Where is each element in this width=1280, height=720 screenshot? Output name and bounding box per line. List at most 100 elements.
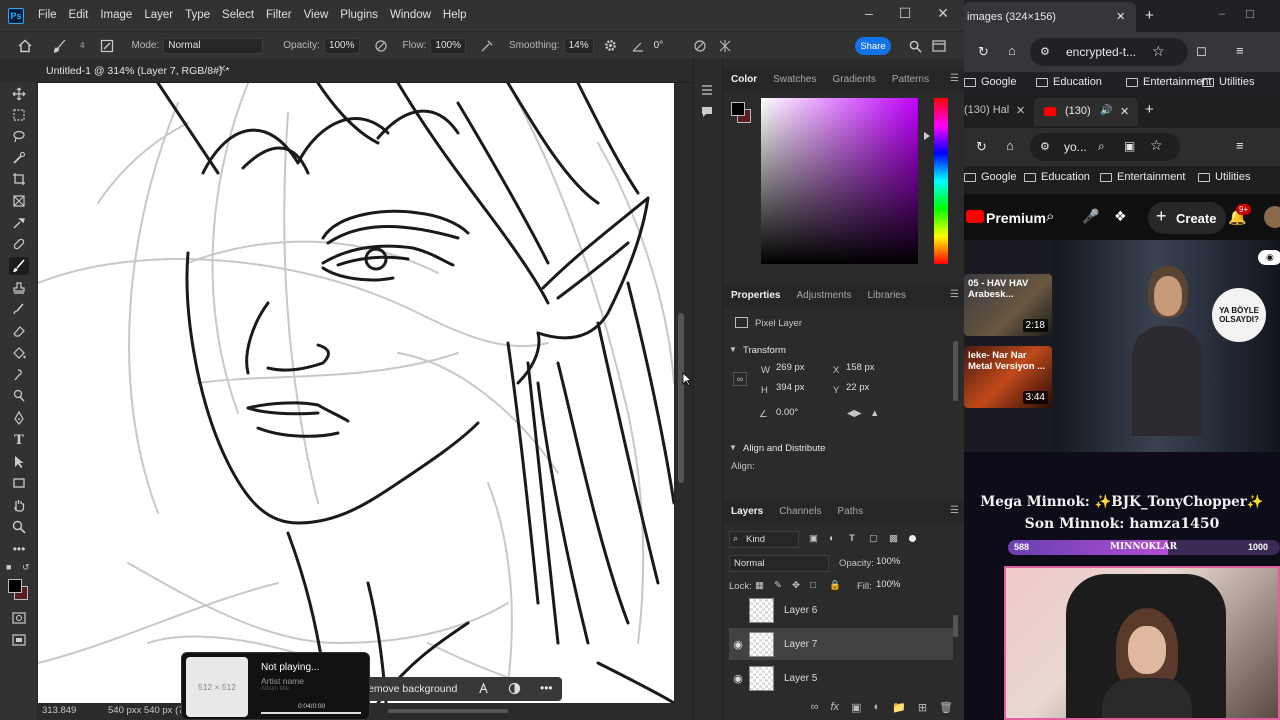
- transform-title[interactable]: Transform: [743, 345, 786, 356]
- menu-layer[interactable]: Layer: [138, 0, 179, 31]
- properties-panel-menu-icon[interactable]: ☰: [950, 289, 959, 300]
- opacity-field[interactable]: 100%: [323, 37, 360, 54]
- hand-tool-icon[interactable]: [9, 496, 29, 514]
- bookmark-google[interactable]: Google: [964, 76, 1016, 88]
- eye-icon[interactable]: ◉: [731, 672, 745, 685]
- filter-adjustment-icon[interactable]: ◐: [829, 533, 835, 544]
- lock-image-icon[interactable]: ✎: [774, 580, 782, 591]
- width-field[interactable]: 269 px: [773, 360, 808, 376]
- history-panel-icon[interactable]: [700, 83, 714, 100]
- tab-color[interactable]: Color: [723, 69, 765, 91]
- search-icon[interactable]: [906, 37, 924, 55]
- layer-name[interactable]: Layer 5: [784, 673, 817, 684]
- minimize-button[interactable]: –: [850, 0, 888, 26]
- rectangle-tool-icon[interactable]: [9, 474, 29, 492]
- type-tool-icon[interactable]: T: [9, 431, 29, 449]
- layer-row-layer-6[interactable]: Layer 6: [729, 594, 953, 626]
- bookmark-education[interactable]: Education: [1024, 171, 1090, 183]
- tab-patterns[interactable]: Patterns: [884, 69, 937, 91]
- marquee-tool-icon[interactable]: [9, 106, 29, 124]
- maximize-browser-icon[interactable]: ☐: [1245, 8, 1255, 21]
- new-layer-icon[interactable]: ⊞: [918, 701, 927, 714]
- tab-properties[interactable]: Properties: [723, 285, 788, 307]
- bookmark-entertainment[interactable]: Entertainment: [1100, 171, 1185, 183]
- brush-tool-icon[interactable]: [9, 257, 29, 275]
- brush-preset-icon[interactable]: [51, 37, 69, 55]
- symmetry-icon[interactable]: [716, 37, 734, 55]
- mode-select[interactable]: Normal: [163, 37, 264, 54]
- reload-icon[interactable]: ↻: [976, 139, 987, 155]
- filter-smart-object-icon[interactable]: ▩: [889, 533, 898, 544]
- search-icon[interactable]: ⌕: [1098, 139, 1105, 154]
- scrollbar-thumb[interactable]: [678, 313, 684, 483]
- dodge-tool-icon[interactable]: [9, 387, 29, 405]
- reload-icon[interactable]: ↻: [978, 44, 989, 60]
- properties-scrollbar[interactable]: [953, 341, 958, 401]
- create-button[interactable]: + Create: [1148, 202, 1226, 234]
- close-tab-icon[interactable]: ✕: [1016, 104, 1025, 117]
- extension-puzzle-icon[interactable]: ❖: [1114, 208, 1127, 225]
- close-window-button[interactable]: ✕: [924, 0, 962, 26]
- transform-chevron-icon[interactable]: ▼: [729, 345, 737, 354]
- minimize-browser-icon[interactable]: –: [1219, 8, 1225, 20]
- screen-mode-icon[interactable]: [9, 631, 29, 649]
- filter-pixel-icon[interactable]: ▣: [809, 533, 818, 544]
- quick-mask-icon[interactable]: [9, 609, 29, 627]
- share-button[interactable]: Share: [855, 37, 891, 55]
- tab-paths[interactable]: Paths: [830, 501, 872, 523]
- browser2-tab-youtube[interactable]: (130) 🔊 ✕: [1034, 98, 1138, 126]
- color-panel-menu-icon[interactable]: ☰: [950, 73, 959, 84]
- layer-style-icon[interactable]: fx: [830, 701, 839, 713]
- smudge-tool-icon[interactable]: [9, 366, 29, 384]
- install-app-icon[interactable]: ▣: [1124, 139, 1135, 153]
- canvas[interactable]: [38, 83, 674, 703]
- site-info-icon[interactable]: ⚙: [1040, 45, 1050, 58]
- lock-all-icon[interactable]: 🔒: [829, 580, 841, 591]
- lock-artboard-icon[interactable]: □: [810, 580, 816, 591]
- default-colors-icon[interactable]: ■: [6, 562, 11, 572]
- tab-audio-icon[interactable]: 🔊: [1100, 105, 1112, 116]
- lock-transparent-icon[interactable]: ▦: [755, 580, 764, 591]
- avatar[interactable]: [1264, 206, 1280, 228]
- bookmark-education[interactable]: Education: [1036, 76, 1102, 88]
- address-bar[interactable]: ⚙ encrypted-t... ☆: [1030, 38, 1188, 66]
- brush-size-value[interactable]: 4: [80, 41, 84, 50]
- zoom-level[interactable]: 313.849: [42, 705, 76, 716]
- eyedropper-tool-icon[interactable]: [9, 214, 29, 232]
- bookmark-entertainment[interactable]: Entertainment: [1126, 76, 1211, 88]
- add-mask-icon[interactable]: ▣: [851, 701, 861, 714]
- layers-scrollbar[interactable]: [953, 615, 958, 637]
- browser-tab-images[interactable]: images (324×156) ✕: [964, 2, 1136, 32]
- bookmark-star-icon[interactable]: ☆: [1152, 43, 1165, 60]
- menu-image[interactable]: Image: [94, 0, 138, 31]
- media-progress-bar[interactable]: [261, 712, 361, 714]
- hd-badge-icon[interactable]: ◉: [1258, 250, 1280, 265]
- menu-window[interactable]: Window: [384, 0, 437, 31]
- close-tab-icon[interactable]: ✕: [1120, 105, 1129, 118]
- fill-field[interactable]: 100%: [873, 577, 903, 593]
- flip-horizontal-icon[interactable]: ◀▶: [847, 408, 862, 419]
- pressure-opacity-icon[interactable]: [372, 37, 390, 55]
- video-thumbnail-1[interactable]: 05 - HAV HAV Arabesk... 2:18: [964, 274, 1052, 336]
- eraser-tool-icon[interactable]: [9, 322, 29, 340]
- hue-slider[interactable]: [934, 98, 948, 264]
- home-icon[interactable]: ⌂: [1008, 43, 1016, 58]
- bookmark-star-icon[interactable]: ☆: [1150, 137, 1163, 154]
- tab-adjustments[interactable]: Adjustments: [788, 285, 859, 307]
- browser2-tab-hal[interactable]: (130) Hal: [964, 104, 1009, 116]
- more-tools-icon[interactable]: •••: [9, 540, 29, 558]
- adjustment-layer-icon[interactable]: ◐: [873, 701, 880, 713]
- bookmark-google[interactable]: Google: [964, 171, 1016, 183]
- menu-icon[interactable]: ≡: [1236, 43, 1244, 58]
- new-group-icon[interactable]: 📁: [892, 701, 906, 714]
- menu-view[interactable]: View: [298, 0, 335, 31]
- youtube-logo-icon[interactable]: [966, 210, 984, 223]
- path-select-tool-icon[interactable]: [9, 453, 29, 471]
- menu-edit[interactable]: Edit: [63, 0, 95, 31]
- close-tab-icon[interactable]: ✕: [1116, 10, 1125, 23]
- hue-slider-handle-icon[interactable]: [924, 132, 930, 140]
- gear-icon[interactable]: [602, 37, 620, 55]
- video-player[interactable]: YA BÖYLE OLSAYDI? ◉: [1054, 240, 1280, 452]
- layer-name[interactable]: Layer 7: [784, 639, 817, 650]
- menu-filter[interactable]: Filter: [260, 0, 298, 31]
